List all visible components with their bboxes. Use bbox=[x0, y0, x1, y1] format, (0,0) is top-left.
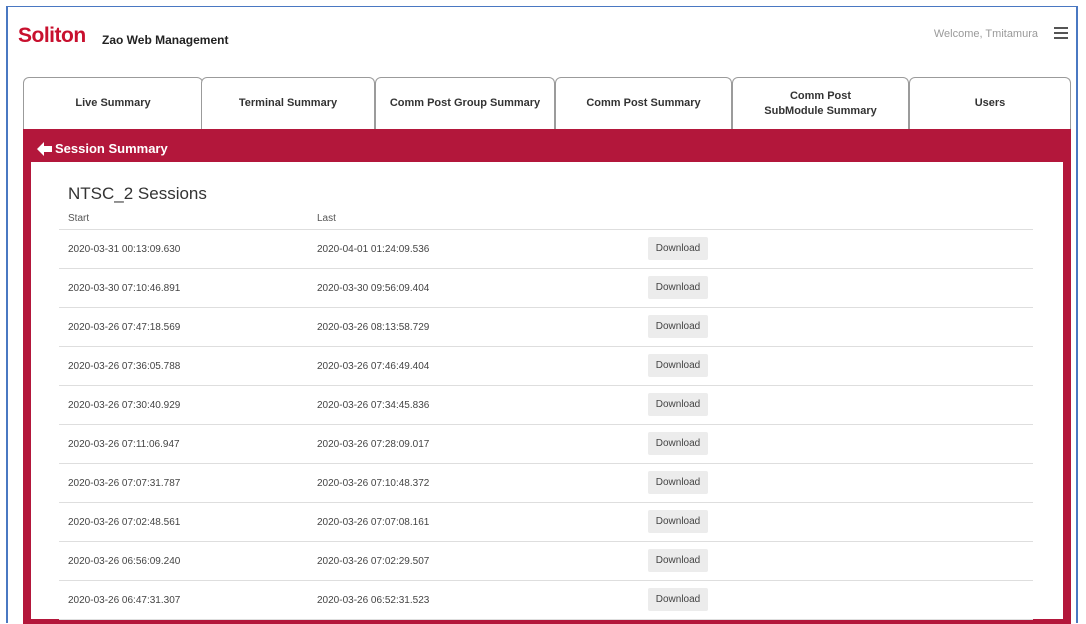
session-last: 2020-03-26 08:13:58.729 bbox=[317, 322, 430, 333]
session-row: 2020-03-26 06:56:09.240 2020-03-26 07:02:… bbox=[59, 541, 1033, 580]
panel-body: NTSC_2 Sessions Start Last 2020-03-31 00… bbox=[31, 162, 1063, 620]
tab-live-summary[interactable]: Live Summary bbox=[23, 77, 203, 129]
tab-comm-post-group-summary[interactable]: Comm Post Group Summary bbox=[375, 77, 555, 129]
download-button[interactable]: Download bbox=[648, 549, 708, 572]
session-start: 2020-03-26 07:07:31.787 bbox=[68, 478, 181, 489]
column-header-start: Start bbox=[68, 213, 90, 224]
tab-bar: Live Summary Terminal Summary Comm Post … bbox=[23, 77, 1071, 129]
session-last: 2020-03-26 07:07:08.161 bbox=[317, 517, 430, 528]
session-start: 2020-03-26 07:11:06.947 bbox=[68, 439, 180, 450]
download-button[interactable]: Download bbox=[648, 393, 708, 416]
session-row: 2020-03-26 07:11:06.947 2020-03-26 07:28:… bbox=[59, 424, 1033, 463]
back-arrow-icon[interactable] bbox=[37, 142, 53, 156]
sessions-title: NTSC_2 Sessions bbox=[68, 184, 207, 203]
session-last: 2020-03-30 09:56:09.404 bbox=[317, 283, 430, 294]
hamburger-menu-icon[interactable] bbox=[1054, 27, 1068, 39]
session-row: 2020-03-31 00:13:09.630 2020-04-01 01:24:… bbox=[59, 229, 1033, 268]
tab-comm-post-submodule-summary[interactable]: Comm Post SubModule Summary bbox=[732, 77, 909, 129]
session-start: 2020-03-26 07:30:40.929 bbox=[68, 400, 181, 411]
download-button[interactable]: Download bbox=[648, 276, 708, 299]
session-start: 2020-03-31 00:13:09.630 bbox=[68, 244, 181, 255]
session-row: 2020-03-26 07:47:18.569 2020-03-26 08:13:… bbox=[59, 307, 1033, 346]
download-button[interactable]: Download bbox=[648, 315, 708, 338]
app-title: Zao Web Management bbox=[102, 33, 229, 47]
session-last: 2020-04-01 01:24:09.536 bbox=[317, 244, 430, 255]
session-summary-panel: Session Summary NTSC_2 Sessions Start La… bbox=[23, 129, 1071, 624]
session-row: 2020-03-26 07:36:05.788 2020-03-26 07:46:… bbox=[59, 346, 1033, 385]
session-start: 2020-03-30 07:10:46.891 bbox=[68, 283, 181, 294]
session-row: 2020-03-26 06:47:31.307 2020-03-26 06:52:… bbox=[59, 580, 1033, 620]
download-button[interactable]: Download bbox=[648, 432, 708, 455]
session-last: 2020-03-26 07:02:29.507 bbox=[317, 556, 430, 567]
session-last: 2020-03-26 06:52:31.523 bbox=[317, 595, 430, 606]
session-start: 2020-03-26 06:56:09.240 bbox=[68, 556, 181, 567]
session-list: 2020-03-31 00:13:09.630 2020-04-01 01:24:… bbox=[59, 229, 1033, 620]
session-last: 2020-03-26 07:28:09.017 bbox=[317, 439, 430, 450]
download-button[interactable]: Download bbox=[648, 510, 708, 533]
session-start: 2020-03-26 07:36:05.788 bbox=[68, 361, 181, 372]
session-last: 2020-03-26 07:34:45.836 bbox=[317, 400, 430, 411]
column-header-last: Last bbox=[317, 213, 336, 224]
download-button[interactable]: Download bbox=[648, 354, 708, 377]
download-button[interactable]: Download bbox=[648, 588, 708, 611]
tab-comm-post-summary[interactable]: Comm Post Summary bbox=[555, 77, 732, 129]
tab-users[interactable]: Users bbox=[909, 77, 1071, 129]
session-row: 2020-03-26 07:07:31.787 2020-03-26 07:10:… bbox=[59, 463, 1033, 502]
tab-terminal-summary[interactable]: Terminal Summary bbox=[201, 77, 375, 129]
soliton-logo: Soliton bbox=[18, 24, 86, 47]
header: Soliton Zao Web Management Welcome, Tmit… bbox=[8, 7, 1076, 67]
session-row: 2020-03-26 07:02:48.561 2020-03-26 07:07:… bbox=[59, 502, 1033, 541]
session-last: 2020-03-26 07:46:49.404 bbox=[317, 361, 430, 372]
session-start: 2020-03-26 07:47:18.569 bbox=[68, 322, 181, 333]
welcome-text: Welcome, Tmitamura bbox=[933, 28, 1038, 40]
session-start: 2020-03-26 07:02:48.561 bbox=[68, 517, 181, 528]
download-button[interactable]: Download bbox=[648, 471, 708, 494]
download-button[interactable]: Download bbox=[648, 237, 708, 260]
session-row: 2020-03-30 07:10:46.891 2020-03-30 09:56:… bbox=[59, 268, 1033, 307]
session-start: 2020-03-26 06:47:31.307 bbox=[68, 595, 181, 606]
panel-title: Session Summary bbox=[55, 141, 168, 156]
session-last: 2020-03-26 07:10:48.372 bbox=[317, 478, 430, 489]
app-window: Soliton Zao Web Management Welcome, Tmit… bbox=[6, 6, 1078, 624]
session-row: 2020-03-26 07:30:40.929 2020-03-26 07:34:… bbox=[59, 385, 1033, 424]
